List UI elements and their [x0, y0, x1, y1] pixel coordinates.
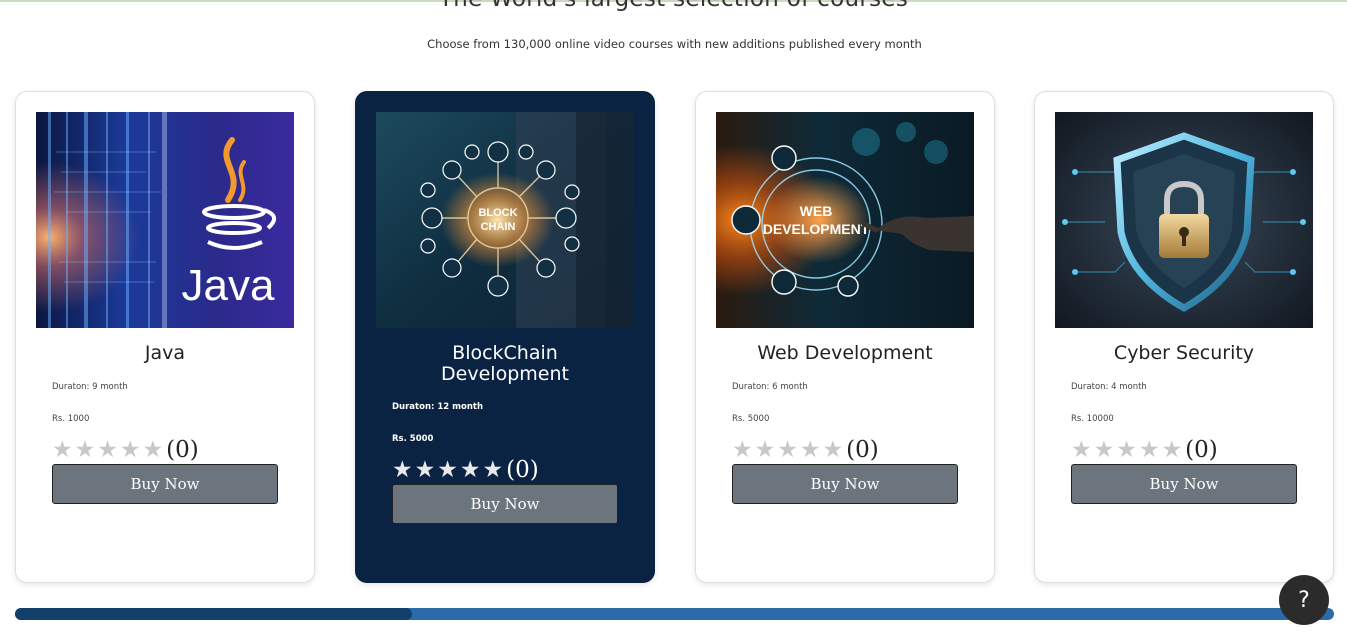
course-card-blockchain[interactable]: BLOCK CHAIN BlockChain Development Durat…: [355, 91, 655, 583]
svg-text:CHAIN: CHAIN: [481, 221, 516, 233]
star-rating[interactable]: ★ ★ ★ ★ ★ (0): [732, 435, 879, 465]
rating-count: (0): [506, 457, 539, 483]
svg-text:WEB: WEB: [800, 203, 833, 219]
star-icon[interactable]: ★: [437, 458, 458, 482]
star-icon[interactable]: ★: [120, 438, 141, 462]
course-card-java[interactable]: Java Java Duraton: 9 month Rs. 1000 ★ ★ …: [15, 91, 315, 583]
star-icon[interactable]: ★: [755, 438, 776, 462]
star-icon[interactable]: ★: [483, 458, 504, 482]
buy-now-button[interactable]: Buy Now: [52, 464, 278, 504]
java-logo-image: Java: [36, 112, 294, 328]
course-title: Java: [144, 342, 186, 364]
course-title: BlockChain Development: [441, 342, 569, 385]
course-price: Rs. 10000: [1071, 414, 1114, 424]
course-duration: Duraton: 4 month: [1071, 382, 1147, 392]
question-mark-icon: ?: [1298, 587, 1310, 613]
course-duration: Duraton: 9 month: [52, 382, 128, 392]
svg-text:DEVELOPMENT: DEVELOPMENT: [763, 221, 870, 237]
buy-now-button[interactable]: Buy Now: [392, 484, 618, 524]
star-icon[interactable]: ★: [800, 438, 821, 462]
course-title: Cyber Security: [1113, 342, 1255, 364]
section-subtitle: Choose from 130,000 online video courses…: [427, 37, 922, 51]
star-icon[interactable]: ★: [75, 438, 96, 462]
course-card-web-development[interactable]: WEB DEVELOPMENT Web Development Duraton:…: [695, 91, 995, 583]
security-shield-lock-image: [1055, 112, 1313, 328]
web-development-image: WEB DEVELOPMENT: [716, 112, 974, 328]
star-icon[interactable]: ★: [1139, 438, 1160, 462]
course-price: Rs. 1000: [52, 414, 90, 424]
star-icon[interactable]: ★: [1071, 438, 1092, 462]
course-title: Web Development: [757, 342, 933, 364]
svg-text:BLOCK: BLOCK: [478, 207, 517, 219]
carousel-scrollbar-thumb[interactable]: [15, 608, 412, 620]
star-icon[interactable]: ★: [732, 438, 753, 462]
rating-count: (0): [846, 437, 879, 463]
star-icon[interactable]: ★: [1094, 438, 1115, 462]
help-button[interactable]: ?: [1279, 575, 1329, 625]
star-icon[interactable]: ★: [777, 438, 798, 462]
buy-now-button[interactable]: Buy Now: [732, 464, 958, 504]
star-icon[interactable]: ★: [823, 438, 844, 462]
rating-count: (0): [166, 437, 199, 463]
buy-now-button[interactable]: Buy Now: [1071, 464, 1297, 504]
star-icon[interactable]: ★: [52, 438, 73, 462]
star-icon[interactable]: ★: [143, 438, 164, 462]
star-icon[interactable]: ★: [415, 458, 436, 482]
course-price: Rs. 5000: [392, 434, 434, 444]
star-icon[interactable]: ★: [97, 438, 118, 462]
course-price: Rs. 5000: [732, 414, 770, 424]
star-rating[interactable]: ★ ★ ★ ★ ★ (0): [392, 455, 539, 485]
course-card-cyber-security[interactable]: Cyber Security Duraton: 4 month Rs. 1000…: [1034, 91, 1334, 583]
course-duration: Duraton: 6 month: [732, 382, 808, 392]
star-icon[interactable]: ★: [392, 458, 413, 482]
star-icon[interactable]: ★: [1162, 438, 1183, 462]
star-icon[interactable]: ★: [1116, 438, 1137, 462]
rating-count: (0): [1185, 437, 1218, 463]
course-duration: Duraton: 12 month: [392, 402, 483, 412]
blockchain-network-image: BLOCK CHAIN: [376, 112, 634, 328]
section-title: The World's largest selection of courses: [0, 0, 1347, 12]
svg-text:Java: Java: [182, 261, 275, 310]
star-rating[interactable]: ★ ★ ★ ★ ★ (0): [52, 435, 199, 465]
star-icon[interactable]: ★: [460, 458, 481, 482]
star-rating[interactable]: ★ ★ ★ ★ ★ (0): [1071, 435, 1218, 465]
